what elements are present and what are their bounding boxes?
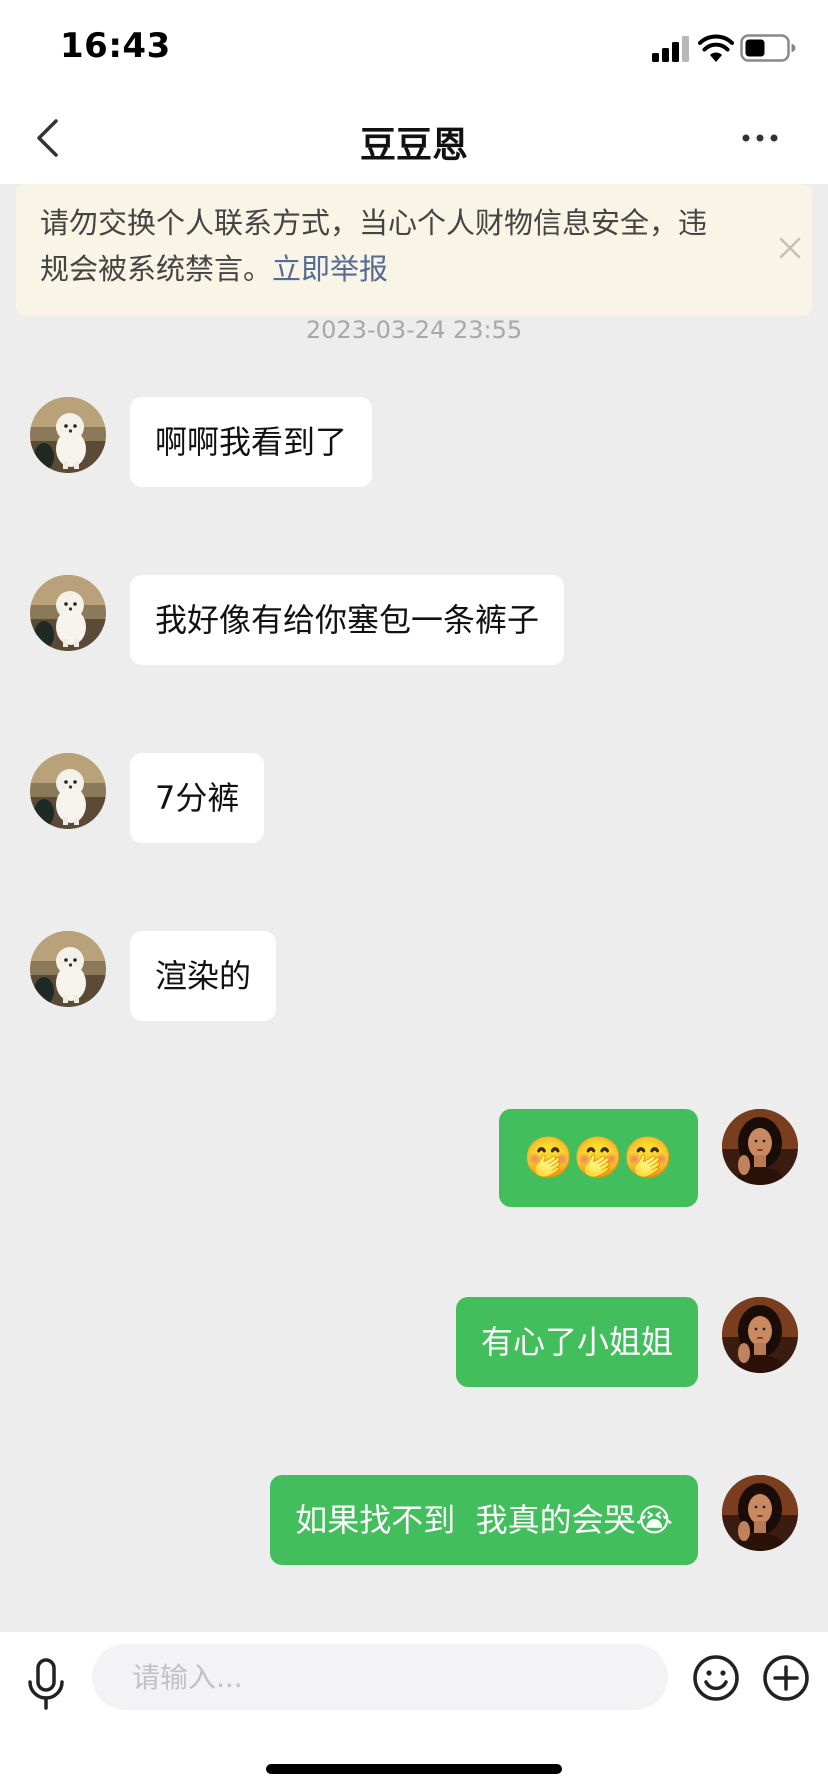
- message-bubble-incoming[interactable]: 啊啊我看到了: [130, 397, 373, 487]
- chat-title: 豆豆恩: [359, 125, 468, 166]
- notice-text: 请勿交换个人联系方式，当心个人财物信息安全，违规会被系统禁言。立即举报: [40, 200, 720, 292]
- my-avatar[interactable]: [722, 1297, 798, 1373]
- wifi-icon: [698, 34, 734, 62]
- battery-icon: [740, 34, 796, 62]
- safety-notice: 请勿交换个人联系方式，当心个人财物信息安全，违规会被系统禁言。立即举报: [16, 184, 812, 316]
- nav-bar: 豆豆恩: [0, 92, 828, 184]
- message-bubble-incoming[interactable]: 我好像有给你塞包一条裤子: [130, 575, 565, 665]
- message-bubble-outgoing[interactable]: 如果找不到 我真的会哭😭: [270, 1475, 698, 1565]
- contact-avatar[interactable]: [30, 575, 106, 651]
- my-avatar[interactable]: [722, 1475, 798, 1551]
- more-dots-icon: [742, 134, 778, 142]
- status-time: 16:43: [60, 26, 171, 66]
- status-bar: 16:43: [0, 0, 828, 92]
- report-link[interactable]: 立即举报: [272, 252, 388, 286]
- message-timestamp: 2023-03-24 23:55: [305, 316, 523, 344]
- cellular-signal-icon: [652, 36, 689, 62]
- message-bubble-incoming[interactable]: 7分裤: [130, 753, 265, 843]
- input-bar: [0, 1632, 828, 1792]
- my-avatar[interactable]: [722, 1109, 798, 1185]
- contact-avatar[interactable]: [30, 397, 106, 473]
- message-bubble-incoming[interactable]: 渲染的: [130, 931, 277, 1021]
- contact-avatar[interactable]: [30, 931, 106, 1007]
- microphone-icon[interactable]: [22, 1656, 70, 1712]
- message-bubble-outgoing[interactable]: 有心了小姐姐: [455, 1297, 698, 1387]
- contact-avatar[interactable]: [30, 753, 106, 829]
- more-button[interactable]: [736, 118, 784, 158]
- plus-icon[interactable]: [762, 1654, 810, 1702]
- message-bubble-outgoing[interactable]: 🤭🤭🤭: [498, 1109, 698, 1207]
- emoji-icon[interactable]: [692, 1654, 740, 1702]
- close-icon[interactable]: [772, 230, 808, 266]
- home-indicator[interactable]: [266, 1764, 562, 1774]
- message-input[interactable]: [92, 1644, 668, 1710]
